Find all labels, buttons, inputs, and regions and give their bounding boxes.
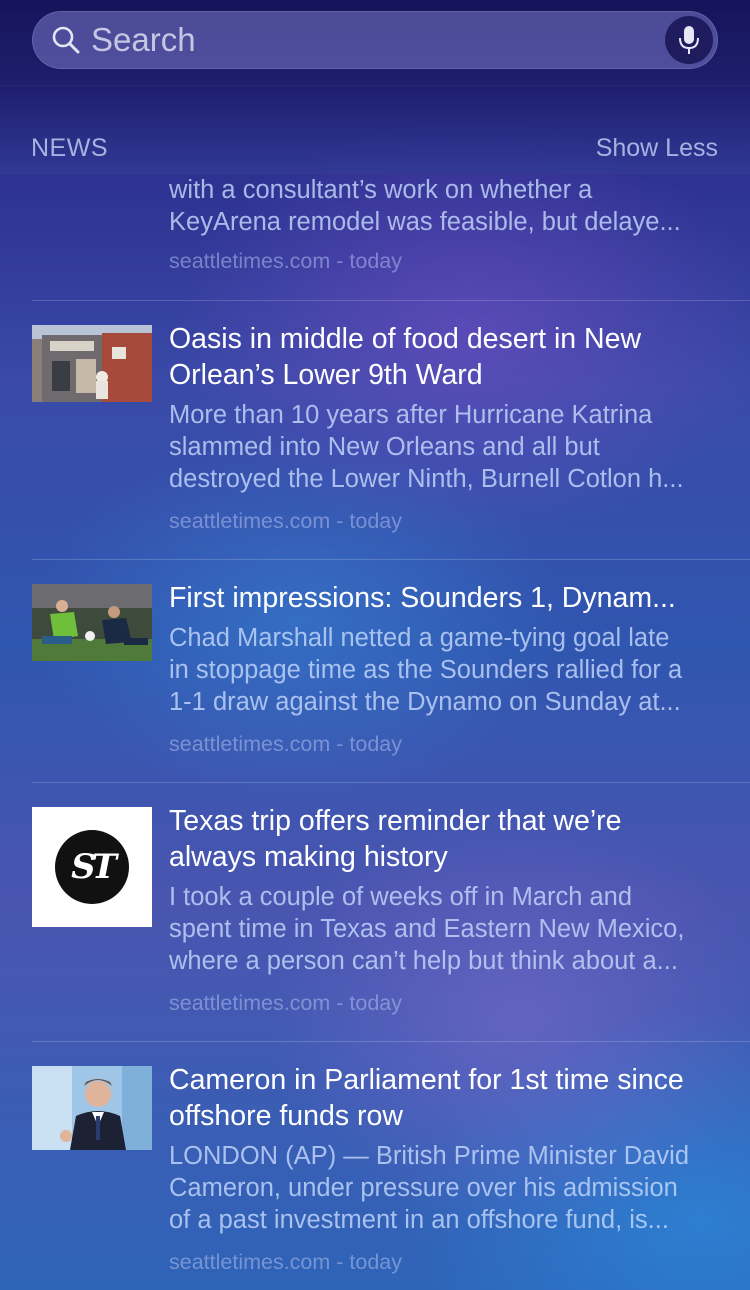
title-line: Texas trip offers reminder that we’re: [169, 805, 622, 837]
news-item[interactable]: ST Texas trip offers reminder that we’re…: [0, 783, 750, 1042]
news-item[interactable]: First impressions: Sounders 1, Dynam... …: [0, 560, 750, 783]
news-thumbnail-soccer: [32, 584, 152, 661]
search-input[interactable]: [91, 20, 631, 60]
body-line: LONDON (AP) — British Prime Minister Dav…: [169, 1142, 689, 1170]
news-item-body: Chad Marshall netted a game-tying goal l…: [169, 622, 729, 718]
news-item[interactable]: Oasis in middle of food desert in New Or…: [0, 301, 750, 560]
news-results-list: with a consultant’s work on whether a Ke…: [0, 174, 750, 1290]
section-title: NEWS: [31, 134, 108, 162]
body-line: Cameron, under pressure over his admissi…: [169, 1174, 678, 1202]
show-less-button[interactable]: Show Less: [596, 134, 718, 163]
body-line: More than 10 years after Hurricane Katri…: [169, 401, 653, 429]
news-thumbnail-store: [32, 325, 152, 402]
news-thumbnail-portrait: [32, 1066, 152, 1150]
title-line: Oasis in middle of food desert in New: [169, 323, 642, 355]
seattle-times-logo: ST: [55, 830, 129, 904]
news-item-title: Cameron in Parliament for 1st time since…: [169, 1062, 729, 1134]
search-header: [0, 0, 750, 86]
body-line: in stoppage time as the Sounders rallied…: [169, 656, 683, 684]
news-item-source: seattletimes.com - today: [169, 1250, 403, 1274]
microphone-icon: [679, 26, 699, 54]
news-item-title: First impressions: Sounders 1, Dynam...: [169, 580, 729, 616]
news-item-title: Oasis in middle of food desert in New Or…: [169, 321, 729, 393]
body-line: where a person can’t help but think abou…: [169, 947, 678, 975]
news-item-body: I took a couple of weeks off in March an…: [169, 881, 729, 977]
body-line: KeyArena remodel was feasible, but delay…: [169, 208, 681, 236]
news-item-source: seattletimes.com - today: [169, 249, 403, 273]
logo-text: ST: [71, 847, 117, 887]
body-line: slammed into New Orleans and all but: [169, 433, 600, 461]
title-line: offshore funds row: [169, 1100, 403, 1132]
title-line: Cameron in Parliament for 1st time since: [169, 1064, 684, 1096]
news-item-source: seattletimes.com - today: [169, 991, 403, 1015]
news-item-body: More than 10 years after Hurricane Katri…: [169, 399, 729, 495]
news-item[interactable]: Cameron in Parliament for 1st time since…: [0, 1042, 750, 1290]
news-item-body: with a consultant’s work on whether a Ke…: [169, 174, 729, 238]
search-bar[interactable]: [32, 11, 718, 69]
title-line: First impressions: Sounders 1, Dynam...: [169, 582, 676, 614]
news-thumbnail-logo: ST: [32, 807, 152, 927]
news-item-source: seattletimes.com - today: [169, 509, 403, 533]
news-item-source: seattletimes.com - today: [169, 732, 403, 756]
search-icon: [52, 26, 80, 54]
body-line: of a past investment in an offshore fund…: [169, 1206, 669, 1234]
microphone-button[interactable]: [665, 16, 713, 64]
news-section-header: NEWS Show Less: [0, 86, 750, 174]
body-line: 1-1 draw against the Dynamo on Sunday at…: [169, 688, 681, 716]
body-line: Chad Marshall netted a game-tying goal l…: [169, 624, 670, 652]
body-line: destroyed the Lower Ninth, Burnell Cotlo…: [169, 465, 684, 493]
body-line: spent time in Texas and Eastern New Mexi…: [169, 915, 685, 943]
news-item-partial[interactable]: with a consultant’s work on whether a Ke…: [0, 174, 750, 301]
body-line: I took a couple of weeks off in March an…: [169, 883, 633, 911]
title-line: always making history: [169, 841, 448, 873]
news-item-title: Texas trip offers reminder that we’re al…: [169, 803, 729, 875]
body-line: with a consultant’s work on whether a: [169, 176, 593, 204]
title-line: Orlean’s Lower 9th Ward: [169, 359, 483, 391]
news-item-body: LONDON (AP) — British Prime Minister Dav…: [169, 1140, 729, 1236]
